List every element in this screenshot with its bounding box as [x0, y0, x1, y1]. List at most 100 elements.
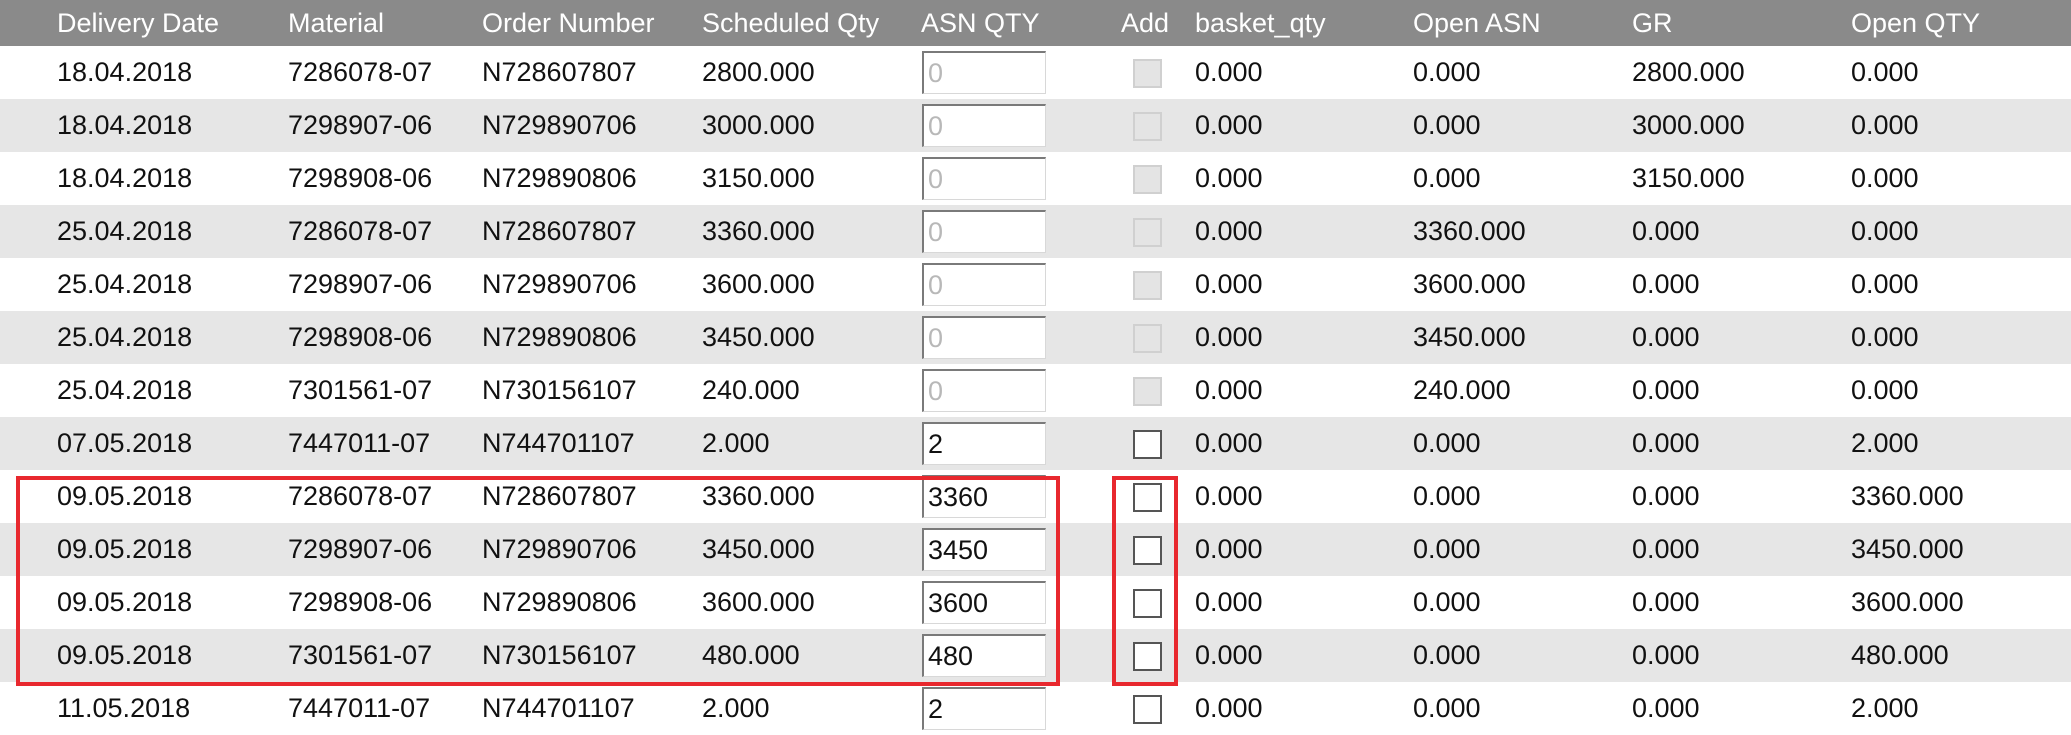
- header-open-asn[interactable]: Open ASN: [1413, 0, 1541, 46]
- gr-cell: 0.000: [1632, 428, 1700, 458]
- table-row: 09.05.2018 7298907-06 N729890706 3450.000 0.…: [0, 523, 2071, 576]
- open-asn-cell: 3360.000: [1413, 216, 1526, 246]
- asn-qty-input[interactable]: [922, 422, 1046, 465]
- add-checkbox[interactable]: [1133, 377, 1162, 406]
- open-asn-cell: 0.000: [1413, 693, 1481, 723]
- delivery-date-cell: 09.05.2018: [57, 534, 193, 564]
- header-delivery-date[interactable]: Delivery Date: [57, 0, 219, 46]
- basket-qty-cell: 0.000: [1195, 216, 1263, 246]
- open-qty-cell: 3600.000: [1851, 587, 1964, 617]
- table-row: 07.05.2018 7447011-07 N744701107 2.000 0.000…: [0, 417, 2071, 470]
- scheduled-qty-cell: 3450.000: [702, 534, 815, 564]
- add-checkbox[interactable]: [1133, 483, 1162, 512]
- scheduled-qty-cell: 3000.000: [702, 110, 815, 140]
- order-number-cell: N729890706: [482, 534, 637, 564]
- add-checkbox[interactable]: [1133, 271, 1162, 300]
- add-checkbox[interactable]: [1133, 324, 1162, 353]
- add-checkbox[interactable]: [1133, 695, 1162, 724]
- gr-cell: 0.000: [1632, 587, 1700, 617]
- scheduled-qty-cell: 3600.000: [702, 587, 815, 617]
- asn-qty-input[interactable]: [922, 581, 1046, 624]
- material-cell: 7286078-07: [288, 481, 433, 511]
- delivery-date-cell: 25.04.2018: [57, 322, 193, 352]
- basket-qty-cell: 0.000: [1195, 375, 1263, 405]
- order-number-cell: N729890806: [482, 163, 637, 193]
- add-checkbox[interactable]: [1133, 218, 1162, 247]
- basket-qty-cell: 0.000: [1195, 163, 1263, 193]
- header-scheduled-qty[interactable]: Scheduled Qty: [702, 0, 879, 46]
- basket-qty-cell: 0.000: [1195, 534, 1263, 564]
- add-checkbox[interactable]: [1133, 642, 1162, 671]
- asn-qty-input[interactable]: [922, 104, 1046, 147]
- basket-qty-cell: 0.000: [1195, 428, 1263, 458]
- open-qty-cell: 0.000: [1851, 163, 1919, 193]
- scheduled-qty-cell: 240.000: [702, 375, 800, 405]
- basket-qty-cell: 0.000: [1195, 693, 1263, 723]
- add-checkbox[interactable]: [1133, 536, 1162, 565]
- order-number-cell: N744701107: [482, 428, 635, 458]
- table-row: 18.04.2018 7286078-07 N728607807 2800.000 0.…: [0, 46, 2071, 99]
- delivery-date-cell: 25.04.2018: [57, 216, 193, 246]
- scheduled-qty-cell: 2800.000: [702, 57, 815, 87]
- open-asn-cell: 0.000: [1413, 428, 1481, 458]
- basket-qty-cell: 0.000: [1195, 57, 1263, 87]
- material-cell: 7298907-06: [288, 110, 433, 140]
- table-row: 11.05.2018 7447011-07 N744701107 2.000 0.000…: [0, 682, 2071, 735]
- asn-qty-input[interactable]: [922, 157, 1046, 200]
- header-add[interactable]: Add: [1121, 0, 1169, 46]
- open-qty-cell: 0.000: [1851, 269, 1919, 299]
- asn-qty-input[interactable]: [922, 528, 1046, 571]
- header-order-number[interactable]: Order Number: [482, 0, 655, 46]
- add-checkbox[interactable]: [1133, 112, 1162, 141]
- order-number-cell: N728607807: [482, 481, 637, 511]
- add-checkbox[interactable]: [1133, 589, 1162, 618]
- asn-qty-input[interactable]: [922, 687, 1046, 730]
- open-qty-cell: 0.000: [1851, 375, 1919, 405]
- material-cell: 7286078-07: [288, 57, 433, 87]
- open-asn-cell: 0.000: [1413, 57, 1481, 87]
- table-row: 18.04.2018 7298907-06 N729890706 3000.000 0.…: [0, 99, 2071, 152]
- asn-qty-input[interactable]: [922, 475, 1046, 518]
- add-checkbox[interactable]: [1133, 430, 1162, 459]
- scheduled-qty-cell: 3360.000: [702, 216, 815, 246]
- material-cell: 7298908-06: [288, 163, 433, 193]
- delivery-date-cell: 18.04.2018: [57, 57, 193, 87]
- open-qty-cell: 0.000: [1851, 322, 1919, 352]
- open-asn-cell: 0.000: [1413, 110, 1481, 140]
- asn-qty-input[interactable]: [922, 316, 1046, 359]
- gr-cell: 2800.000: [1632, 57, 1745, 87]
- gr-cell: 0.000: [1632, 640, 1700, 670]
- material-cell: 7298907-06: [288, 534, 433, 564]
- basket-qty-cell: 0.000: [1195, 269, 1263, 299]
- delivery-schedule-table: Delivery Date Material Order Number Sche…: [0, 0, 2071, 735]
- table-row: 09.05.2018 7301561-07 N730156107 480.000 0.0…: [0, 629, 2071, 682]
- asn-qty-input[interactable]: [922, 634, 1046, 677]
- delivery-date-cell: 18.04.2018: [57, 110, 193, 140]
- material-cell: 7286078-07: [288, 216, 433, 246]
- open-asn-cell: 0.000: [1413, 534, 1481, 564]
- delivery-date-cell: 09.05.2018: [57, 481, 193, 511]
- asn-qty-input[interactable]: [922, 51, 1046, 94]
- order-number-cell: N730156107: [482, 375, 637, 405]
- header-gr[interactable]: GR: [1632, 0, 1673, 46]
- asn-qty-input[interactable]: [922, 210, 1046, 253]
- add-checkbox[interactable]: [1133, 59, 1162, 88]
- asn-qty-input[interactable]: [922, 263, 1046, 306]
- open-qty-cell: 0.000: [1851, 216, 1919, 246]
- open-qty-cell: 3360.000: [1851, 481, 1964, 511]
- gr-cell: 0.000: [1632, 693, 1700, 723]
- material-cell: 7298907-06: [288, 269, 433, 299]
- gr-cell: 0.000: [1632, 375, 1700, 405]
- scheduled-qty-cell: 2.000: [702, 693, 770, 723]
- header-open-qty[interactable]: Open QTY: [1851, 0, 1980, 46]
- scheduled-qty-cell: 3150.000: [702, 163, 815, 193]
- header-basket-qty[interactable]: basket_qty: [1195, 0, 1326, 46]
- scheduled-qty-cell: 3600.000: [702, 269, 815, 299]
- material-cell: 7301561-07: [288, 640, 433, 670]
- asn-qty-input[interactable]: [922, 369, 1046, 412]
- header-material[interactable]: Material: [288, 0, 384, 46]
- material-cell: 7447011-07: [288, 428, 431, 458]
- header-asn-qty[interactable]: ASN QTY: [921, 0, 1040, 46]
- gr-cell: 0.000: [1632, 534, 1700, 564]
- add-checkbox[interactable]: [1133, 165, 1162, 194]
